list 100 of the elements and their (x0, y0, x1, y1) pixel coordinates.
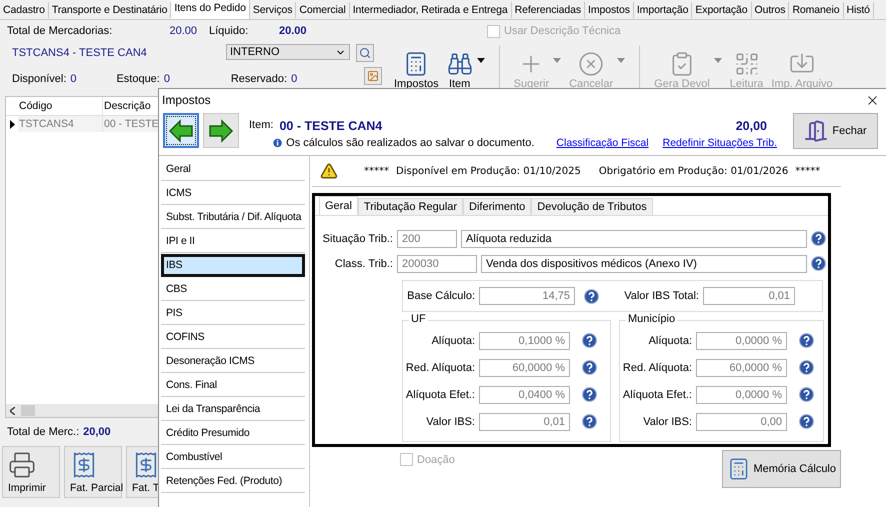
field-label: Situação Trib.: (322, 232, 393, 244)
section-item[interactable]: CBS (161, 278, 305, 301)
scroll-left-icon[interactable] (10, 406, 15, 414)
product-name: TSTCANS4 - TESTE CAN4 (12, 47, 148, 59)
tab[interactable]: Geral (319, 196, 358, 215)
search-button[interactable] (356, 44, 374, 62)
section-item[interactable]: COFINS (161, 326, 305, 349)
help-icon[interactable] (811, 231, 826, 246)
calculation-memory-button[interactable]: Memória Cálculo (722, 450, 841, 488)
code-field[interactable]: 200 (397, 230, 457, 248)
tab[interactable]: Diferimento (463, 198, 532, 215)
next-button[interactable] (203, 113, 239, 148)
field-label: Alíquota: (648, 334, 692, 346)
help-icon[interactable] (799, 360, 814, 375)
section-item[interactable]: Desoneração ICMS (161, 350, 305, 373)
section-item[interactable]: PIS (161, 302, 305, 325)
help-icon[interactable] (799, 387, 814, 402)
net-label: Líquido: (209, 25, 250, 37)
dropdown-caret-icon[interactable] (476, 58, 485, 63)
left-arrow-icon (168, 118, 194, 144)
notice-text: ***** (795, 166, 820, 176)
picture-icon (367, 70, 380, 82)
previous-button[interactable] (163, 113, 199, 148)
picture-button[interactable] (364, 67, 382, 85)
help-icon[interactable] (811, 256, 826, 271)
table-cell: TSTCANS4 (18, 116, 103, 132)
section-item[interactable]: Combustível (161, 446, 305, 469)
main-tab[interactable]: Intermediador, Retirada e Entrega (350, 2, 512, 18)
total-value: 20,00 (83, 426, 111, 438)
value-field[interactable]: 0,01 (479, 412, 570, 430)
door-icon (804, 119, 828, 143)
value-field[interactable]: 0,01 (703, 287, 795, 305)
field-label: Valor IBS: (642, 416, 692, 428)
tab[interactable]: Tributação Regular (358, 198, 464, 215)
description-field[interactable]: Alíquota reduzida (461, 230, 807, 248)
stock-label: Disponível: (12, 73, 66, 85)
item-label: Item: (249, 119, 274, 133)
close-button[interactable]: Fechar (793, 113, 878, 149)
field-label: Red. Alíquota: (622, 362, 692, 374)
main-tab[interactable]: Referenciadas (512, 2, 586, 18)
value-field[interactable]: 0,0400 % (479, 386, 570, 404)
tab[interactable]: Devolução de Tributos (531, 198, 653, 215)
operation-select[interactable]: INTERNO (226, 44, 350, 60)
notice-text: Obrigatório em Produção: 01/01/2026 (598, 166, 788, 176)
help-icon[interactable] (799, 333, 814, 348)
scrollbar-thumb[interactable] (21, 405, 35, 416)
value-field[interactable]: 0,0000 % (696, 386, 787, 404)
help-icon[interactable] (582, 360, 597, 375)
section-item[interactable]: IPI e II (161, 230, 305, 253)
link[interactable]: Redefinir Situações Trib. (662, 137, 777, 149)
net-value: 20.00 (279, 25, 308, 37)
field-label: Class. Trib.: (334, 258, 393, 270)
action-button[interactable]: Fat. Parcial (64, 446, 122, 498)
action-button[interactable]: Imprimir (2, 446, 60, 498)
stock-value: 0 (291, 73, 298, 85)
help-icon[interactable] (582, 414, 597, 429)
description-field[interactable]: Venda dos dispositivos médicos (Anexo IV) (481, 254, 807, 272)
column-header[interactable]: Código (18, 97, 103, 115)
section-item[interactable]: Geral (161, 158, 305, 181)
section-item[interactable]: Cons. Final (161, 374, 305, 397)
info-icon (273, 136, 282, 150)
amount-value: 20,00 (736, 119, 767, 133)
help-icon[interactable] (584, 288, 599, 304)
section-item[interactable]: Crédito Presumido (161, 422, 305, 445)
total-value: 20.00 (168, 25, 197, 37)
section-item[interactable]: Lei da Transparência (161, 398, 305, 421)
group-title: Município (626, 313, 678, 325)
main-tab[interactable]: Outros (752, 2, 790, 18)
value-field[interactable]: 60,0000 % (696, 358, 787, 376)
code-field[interactable]: 200030 (397, 254, 477, 272)
notice-text: Disponível em Produção: 01/10/2025 (396, 166, 581, 176)
notice-text: ***** (364, 166, 389, 176)
value-field[interactable]: 60,0000 % (479, 358, 570, 376)
value-field[interactable]: 0,0000 % (696, 332, 787, 350)
field-label: Alíquota: (430, 334, 475, 346)
help-icon[interactable] (582, 387, 597, 402)
group-title: UF (409, 313, 428, 325)
section-item[interactable]: Retenções Fed. (Produto) (161, 470, 305, 493)
toolbar-button[interactable]: Impostos (390, 45, 443, 90)
field-label: Valor IBS: (425, 416, 475, 428)
binoculars-icon (446, 51, 473, 77)
link[interactable]: Classificação Fiscal (556, 137, 649, 149)
help-icon[interactable] (582, 333, 597, 348)
stock-value: 0 (164, 73, 170, 85)
section-item[interactable]: IBS (161, 254, 305, 277)
item-value: 00 - TESTE CAN4 (279, 119, 382, 133)
value-field[interactable]: 0,00 (696, 412, 787, 430)
section-item[interactable]: ICMS (161, 182, 305, 205)
search-icon (359, 47, 371, 59)
section-item[interactable]: Subst. Tributária / Dif. Alíquota (161, 206, 305, 229)
field-label: Alíquota Efet.: (404, 388, 475, 400)
value-field[interactable]: 0,1000 % (479, 332, 570, 350)
checkbox-label: Usar Descrição Técnica (504, 25, 621, 37)
main-tab[interactable]: Itens do Pedido (171, 0, 250, 19)
field-label: Alíquota Efet.: (622, 388, 692, 400)
main-tab[interactable]: Histó (844, 2, 874, 18)
stock-label: Reservado: (230, 73, 288, 85)
value-field[interactable]: 14,75 (479, 287, 575, 305)
help-icon[interactable] (799, 414, 814, 429)
toolbar-button[interactable]: Item (442, 45, 477, 90)
